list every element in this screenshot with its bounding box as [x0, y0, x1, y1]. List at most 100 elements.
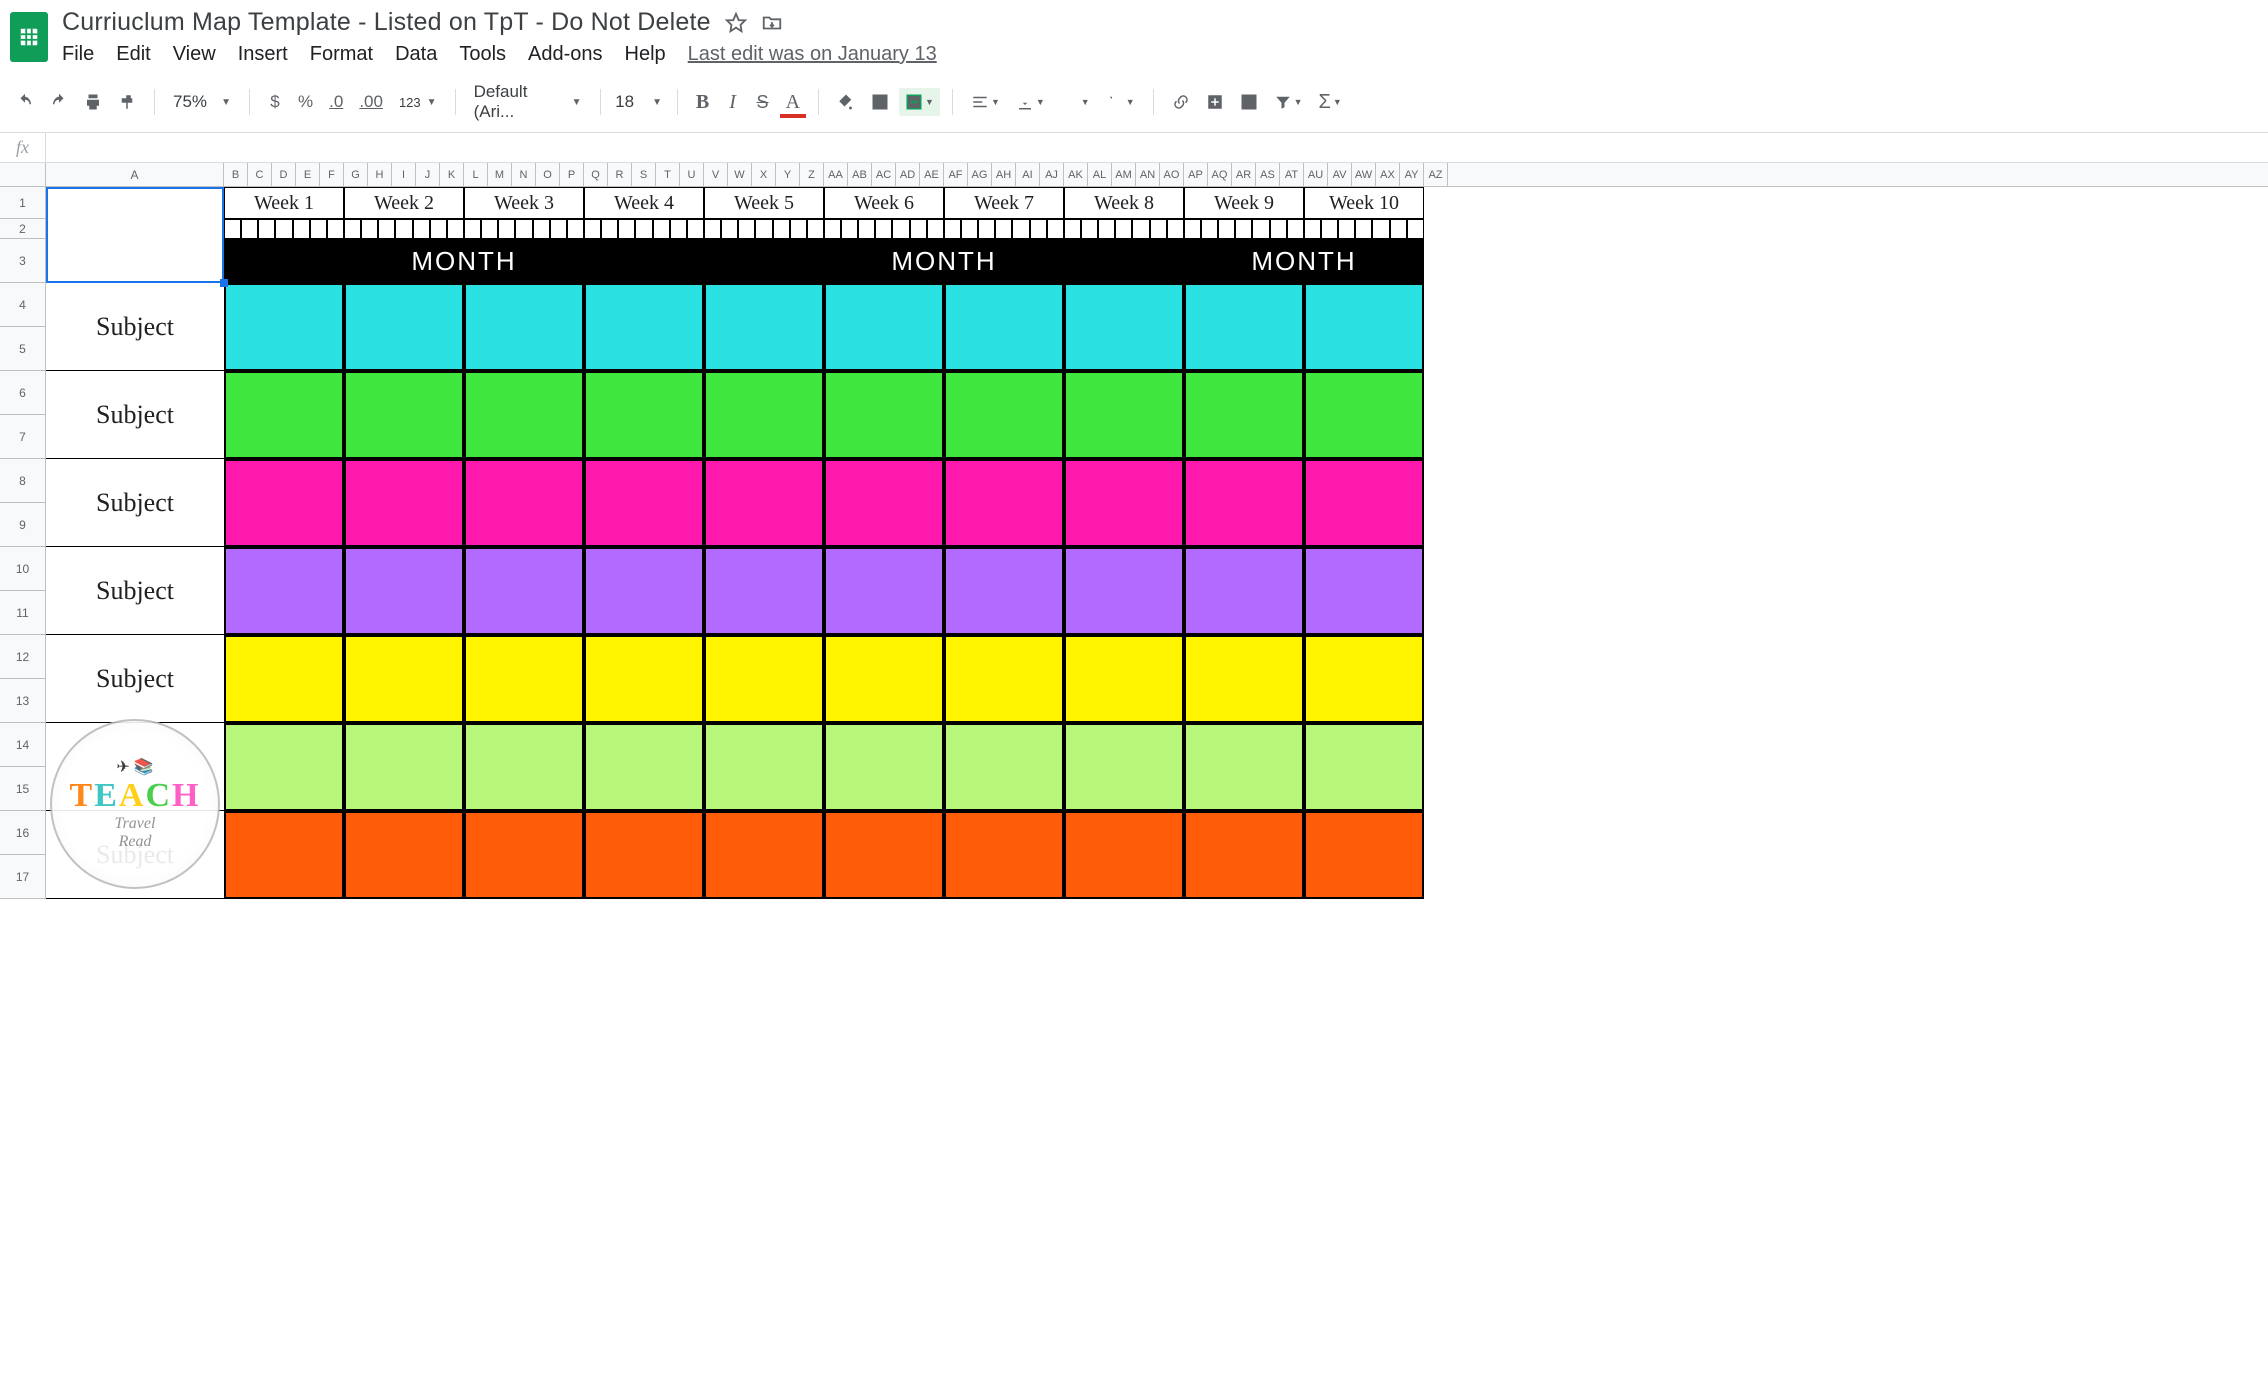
subject-cell[interactable] [944, 371, 1064, 459]
col-head-AS[interactable]: AS [1256, 163, 1280, 186]
subject-cell[interactable] [704, 635, 824, 723]
zoom-select[interactable]: 75%▼ [167, 90, 237, 114]
col-head-AT[interactable]: AT [1280, 163, 1304, 186]
star-icon[interactable] [725, 12, 747, 34]
subject-cell[interactable] [824, 723, 944, 811]
subject-label-2[interactable]: Subject [46, 371, 224, 459]
menu-edit[interactable]: Edit [116, 43, 150, 66]
subject-cell[interactable] [224, 723, 344, 811]
col-head-AW[interactable]: AW [1352, 163, 1376, 186]
day-cell[interactable] [1150, 219, 1167, 239]
row-head-1[interactable]: 1 [0, 187, 46, 219]
day-cell[interactable] [447, 219, 464, 239]
col-head-AU[interactable]: AU [1304, 163, 1328, 186]
subject-label-4[interactable]: Subject [46, 547, 224, 635]
subject-cell[interactable] [1184, 371, 1304, 459]
subject-cell[interactable] [1064, 371, 1184, 459]
day-cell[interactable] [361, 219, 378, 239]
row-head-5[interactable]: 5 [0, 327, 46, 371]
subject-cell[interactable] [1064, 547, 1184, 635]
row-head-9[interactable]: 9 [0, 503, 46, 547]
subject-label-3[interactable]: Subject [46, 459, 224, 547]
day-cell[interactable] [1030, 219, 1047, 239]
row-head-12[interactable]: 12 [0, 635, 46, 679]
subject-cell[interactable] [344, 811, 464, 899]
week-header-5[interactable]: Week 5 [704, 187, 824, 219]
subject-cell[interactable] [464, 547, 584, 635]
col-head-AO[interactable]: AO [1160, 163, 1184, 186]
subject-cell[interactable] [944, 723, 1064, 811]
insert-comment-button[interactable] [1200, 88, 1230, 116]
day-cell[interactable] [1115, 219, 1132, 239]
subject-cell[interactable] [704, 811, 824, 899]
day-cell[interactable] [1270, 219, 1287, 239]
document-title[interactable]: Curriuclum Map Template - Listed on TpT … [62, 8, 711, 37]
strike-button[interactable]: S [750, 88, 776, 116]
insert-link-button[interactable] [1166, 88, 1196, 116]
day-cell[interactable] [1047, 219, 1064, 239]
day-cell[interactable] [293, 219, 310, 239]
subject-label-1[interactable]: Subject [46, 283, 224, 371]
subject-cell[interactable] [1064, 459, 1184, 547]
day-cell[interactable] [875, 219, 892, 239]
day-cell[interactable] [1355, 219, 1372, 239]
row-head-13[interactable]: 13 [0, 679, 46, 723]
col-head-AP[interactable]: AP [1184, 163, 1208, 186]
day-cell[interactable] [635, 219, 652, 239]
subject-cell[interactable] [344, 635, 464, 723]
day-cell[interactable] [224, 219, 241, 239]
undo-button[interactable] [10, 88, 40, 116]
col-head-AN[interactable]: AN [1136, 163, 1160, 186]
day-cell[interactable] [567, 219, 584, 239]
subject-label-6[interactable] [46, 723, 224, 811]
col-head-AL[interactable]: AL [1088, 163, 1112, 186]
col-head-Q[interactable]: Q [584, 163, 608, 186]
col-head-V[interactable]: V [704, 163, 728, 186]
row-head-2[interactable]: 2 [0, 219, 46, 239]
menu-help[interactable]: Help [625, 43, 666, 66]
subject-cell[interactable] [224, 459, 344, 547]
subject-cell[interactable] [704, 459, 824, 547]
col-head-AM[interactable]: AM [1112, 163, 1136, 186]
paint-format-button[interactable] [112, 88, 142, 116]
day-cell[interactable] [841, 219, 858, 239]
day-cell[interactable] [1184, 219, 1201, 239]
day-cell[interactable] [1201, 219, 1218, 239]
day-cell[interactable] [892, 219, 909, 239]
col-head-AY[interactable]: AY [1400, 163, 1424, 186]
day-cell[interactable] [464, 219, 481, 239]
day-cell[interactable] [378, 219, 395, 239]
col-head-K[interactable]: K [440, 163, 464, 186]
day-cell[interactable] [275, 219, 292, 239]
col-head-T[interactable]: T [656, 163, 680, 186]
day-cell[interactable] [824, 219, 841, 239]
subject-cell[interactable] [1184, 635, 1304, 723]
day-cell[interactable] [1390, 219, 1407, 239]
day-cell[interactable] [1064, 219, 1081, 239]
day-cell[interactable] [1235, 219, 1252, 239]
subject-cell[interactable] [1184, 459, 1304, 547]
col-head-AR[interactable]: AR [1232, 163, 1256, 186]
row-head-10[interactable]: 10 [0, 547, 46, 591]
subject-cell[interactable] [1184, 283, 1304, 371]
subject-cell[interactable] [944, 811, 1064, 899]
week-header-1[interactable]: Week 1 [224, 187, 344, 219]
day-cell[interactable] [395, 219, 412, 239]
day-cell[interactable] [910, 219, 927, 239]
col-head-E[interactable]: E [296, 163, 320, 186]
day-cell[interactable] [1304, 219, 1321, 239]
subject-cell[interactable] [584, 635, 704, 723]
day-cell[interactable] [310, 219, 327, 239]
subject-cell[interactable] [584, 811, 704, 899]
subject-cell[interactable] [344, 371, 464, 459]
day-cell[interactable] [481, 219, 498, 239]
day-cell[interactable] [807, 219, 824, 239]
menu-file[interactable]: File [62, 43, 94, 66]
subject-cell[interactable] [1064, 811, 1184, 899]
subject-cell[interactable] [464, 811, 584, 899]
day-cell[interactable] [1012, 219, 1029, 239]
subject-cell[interactable] [584, 723, 704, 811]
menu-addons[interactable]: Add-ons [528, 43, 603, 66]
day-cell[interactable] [653, 219, 670, 239]
bold-button[interactable]: B [690, 88, 716, 116]
